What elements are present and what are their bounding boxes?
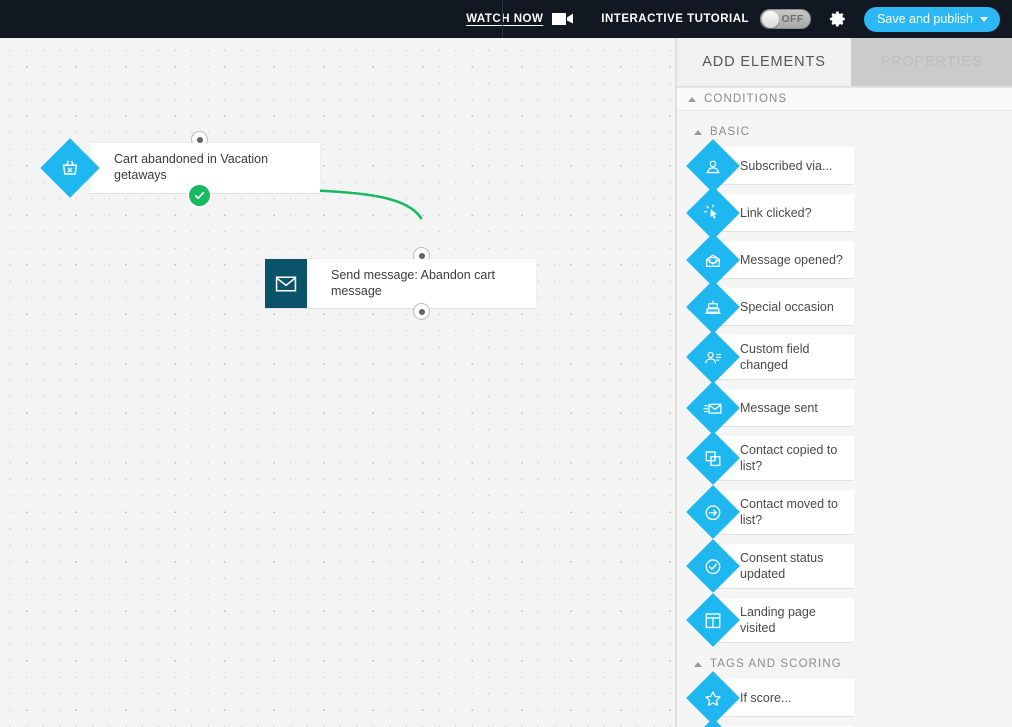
workflow-canvas[interactable]: Cart abandoned in Vacation getaways Send…: [0, 38, 676, 727]
card-grid-basic: Subscribed via... Link clicked? Message …: [677, 147, 1012, 643]
element-card-link-clicked[interactable]: Link clicked?: [713, 194, 854, 232]
subgroup-header-tags-and-scoring-label: TAGS AND SCORING: [710, 658, 842, 670]
star-icon: [686, 671, 740, 725]
watch-now-label: WATCH NOW: [466, 13, 543, 25]
subgroup-header-basic-label: BASIC: [710, 126, 750, 138]
send-envelope-icon: [686, 381, 740, 435]
element-card-contact-moved-to-list[interactable]: Contact moved to list?: [713, 490, 854, 535]
subgroup-header-tags-and-scoring[interactable]: TAGS AND SCORING: [677, 649, 1012, 679]
element-card-contact-copied-to-list[interactable]: Contact copied to list?: [713, 436, 854, 481]
element-card-custom-field-changed[interactable]: Custom field changed: [713, 335, 854, 380]
chevron-down-icon: [980, 17, 988, 22]
watch-now-button[interactable]: WATCH NOW: [466, 12, 573, 26]
cake-icon: [686, 280, 740, 334]
tag-icon: [686, 718, 740, 727]
caret-up-icon: [694, 662, 702, 667]
tab-properties[interactable]: PROPERTIES: [851, 38, 1012, 86]
envelope-icon: [265, 259, 307, 308]
caret-up-icon: [694, 130, 702, 135]
group-header-conditions[interactable]: CONDITIONS: [677, 87, 1012, 111]
element-card-if-score[interactable]: If score...: [713, 679, 854, 717]
check-circle-icon[interactable]: [189, 185, 210, 206]
video-camera-icon: [552, 12, 573, 26]
open-envelope-icon: [686, 233, 740, 287]
element-card-special-occasion[interactable]: Special occasion: [713, 288, 854, 326]
flow-node-trigger-title: Cart abandoned in Vacation getaways: [90, 152, 320, 183]
group-header-conditions-label: CONDITIONS: [704, 93, 787, 105]
element-card-message-sent[interactable]: Message sent: [713, 389, 854, 427]
interactive-tutorial-toggle[interactable]: OFF: [760, 9, 811, 29]
toggle-knob: [762, 11, 779, 28]
card-grid-tags-and-scoring: If score... If tag...: [677, 679, 1012, 727]
abandoned-cart-icon: [40, 138, 99, 197]
action-node-bottom-port[interactable]: [413, 303, 430, 320]
gear-icon[interactable]: [829, 10, 847, 28]
save-and-publish-label: Save and publish: [877, 12, 973, 26]
element-card-message-opened[interactable]: Message opened?: [713, 241, 854, 279]
flow-connector: [0, 38, 676, 727]
flow-node-trigger[interactable]: Cart abandoned in Vacation getaways: [90, 143, 320, 193]
caret-up-icon: [688, 97, 696, 102]
tab-add-elements[interactable]: ADD ELEMENTS: [677, 38, 851, 86]
right-sidebar: ADD ELEMENTS PROPERTIES CONDITIONS BASIC…: [676, 38, 1012, 727]
element-card-landing-page-visited[interactable]: Landing page visited: [713, 598, 854, 643]
interactive-tutorial-label: INTERACTIVE TUTORIAL: [601, 13, 749, 25]
cursor-click-icon: [686, 186, 740, 240]
element-card-subscribed-via[interactable]: Subscribed via...: [713, 147, 854, 185]
flow-node-action[interactable]: Send message: Abandon cart message: [265, 259, 536, 308]
top-bar-divider: [502, 0, 503, 38]
toggle-state-label: OFF: [779, 13, 810, 25]
user-icon: [686, 139, 740, 193]
save-and-publish-button[interactable]: Save and publish: [864, 7, 1000, 32]
top-bar: WATCH NOW INTERACTIVE TUTORIAL OFF Save …: [0, 0, 1012, 38]
sidebar-tabs: ADD ELEMENTS PROPERTIES: [677, 38, 1012, 86]
element-card-consent-status-updated[interactable]: Consent status updated: [713, 544, 854, 589]
flow-node-action-title: Send message: Abandon cart message: [307, 268, 536, 299]
subgroup-header-basic[interactable]: BASIC: [677, 117, 1012, 147]
